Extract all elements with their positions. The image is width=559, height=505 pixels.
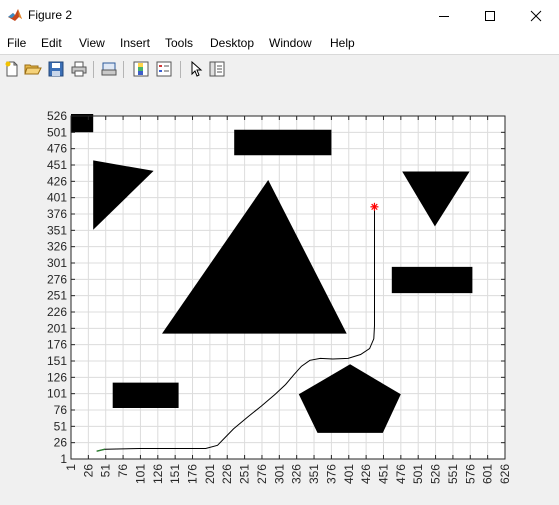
x-tick-label: 301 bbox=[272, 464, 286, 484]
close-button[interactable] bbox=[513, 0, 559, 31]
toolbar-separator bbox=[180, 61, 181, 78]
menu-window[interactable]: Window bbox=[269, 36, 312, 50]
title-bar: Figure 2 bbox=[0, 0, 559, 31]
obstacle-rectangle bbox=[112, 382, 179, 408]
y-tick-label: 76 bbox=[54, 403, 68, 417]
menu-help[interactable]: Help bbox=[330, 36, 355, 50]
x-tick-label: 526 bbox=[429, 464, 443, 484]
y-tick-label: 26 bbox=[54, 436, 68, 450]
window-title: Figure 2 bbox=[28, 8, 73, 22]
minimize-icon bbox=[439, 15, 449, 17]
x-tick-label: 176 bbox=[186, 464, 200, 484]
x-tick-label: 626 bbox=[498, 464, 512, 484]
x-tick-label: 501 bbox=[411, 464, 425, 484]
x-tick-label: 476 bbox=[394, 464, 408, 484]
menu-edit[interactable]: Edit bbox=[41, 36, 62, 50]
y-tick-label: 151 bbox=[47, 354, 67, 368]
colorbar-icon[interactable] bbox=[132, 60, 150, 78]
save-icon[interactable] bbox=[47, 60, 65, 78]
y-tick-label: 501 bbox=[47, 125, 67, 139]
obstacle-rectangle bbox=[234, 129, 332, 156]
pointer-icon[interactable] bbox=[187, 60, 205, 78]
maximize-icon bbox=[485, 10, 495, 21]
x-tick-label: 126 bbox=[151, 464, 165, 484]
plot-area[interactable]: 1265176101126151176201226251276301326351… bbox=[0, 84, 559, 505]
x-tick-label: 26 bbox=[81, 464, 95, 478]
x-tick-label: 101 bbox=[133, 464, 147, 484]
menu-bar: File Edit View Insert Tools Desktop Wind… bbox=[0, 31, 559, 76]
y-tick-label: 101 bbox=[47, 387, 67, 401]
close-icon bbox=[530, 10, 542, 21]
matlab-logo-icon bbox=[8, 9, 22, 21]
y-tick-label: 376 bbox=[47, 207, 67, 221]
x-tick-label: 351 bbox=[307, 464, 321, 484]
menu-desktop[interactable]: Desktop bbox=[210, 36, 254, 50]
x-tick-label: 1 bbox=[64, 464, 78, 471]
menu-insert[interactable]: Insert bbox=[120, 36, 150, 50]
obstacle-rectangle bbox=[391, 266, 473, 294]
menu-tools[interactable]: Tools bbox=[165, 36, 193, 50]
toolbar bbox=[0, 54, 559, 85]
menu-file[interactable]: File bbox=[7, 36, 26, 50]
menu-view[interactable]: View bbox=[79, 36, 105, 50]
y-tick-label: 351 bbox=[47, 223, 67, 237]
x-tick-label: 151 bbox=[168, 464, 182, 484]
y-tick-label: 476 bbox=[47, 142, 67, 156]
print-preview-icon[interactable] bbox=[100, 60, 118, 78]
x-tick-label: 201 bbox=[203, 464, 217, 484]
y-tick-label: 51 bbox=[54, 419, 68, 433]
x-tick-label: 226 bbox=[220, 464, 234, 484]
x-tick-label: 326 bbox=[290, 464, 304, 484]
y-tick-label: 1 bbox=[60, 452, 67, 466]
y-tick-label: 526 bbox=[47, 109, 67, 123]
x-tick-label: 576 bbox=[463, 464, 477, 484]
y-tick-label: 276 bbox=[47, 272, 67, 286]
obstacle-rectangle bbox=[71, 114, 94, 133]
y-tick-label: 401 bbox=[47, 191, 67, 205]
x-tick-label: 426 bbox=[359, 464, 373, 484]
print-icon[interactable] bbox=[70, 60, 88, 78]
y-tick-label: 426 bbox=[47, 174, 67, 188]
x-tick-label: 51 bbox=[99, 464, 113, 478]
x-tick-label: 251 bbox=[238, 464, 252, 484]
minimize-button[interactable] bbox=[421, 0, 467, 31]
x-tick-label: 451 bbox=[376, 464, 390, 484]
figure-canvas: 1 26 51 76 101 126 151 176 201 226 251 276 301 326 351… bbox=[0, 84, 559, 505]
y-tick-label: 176 bbox=[47, 338, 67, 352]
x-tick-label: 276 bbox=[255, 464, 269, 484]
maximize-button[interactable] bbox=[467, 0, 513, 31]
y-tick-label: 126 bbox=[47, 370, 67, 384]
toolbar-separator bbox=[123, 61, 124, 78]
y-tick-label: 251 bbox=[47, 289, 67, 303]
toolbar-separator bbox=[93, 61, 94, 78]
property-editor-icon[interactable] bbox=[208, 60, 226, 78]
y-tick-label: 301 bbox=[47, 256, 67, 270]
x-tick-label: 76 bbox=[116, 464, 130, 478]
x-tick-label: 601 bbox=[481, 464, 495, 484]
y-tick-label: 451 bbox=[47, 158, 67, 172]
open-icon[interactable] bbox=[24, 60, 42, 78]
new-figure-icon[interactable] bbox=[3, 60, 21, 78]
x-tick-label: 401 bbox=[342, 464, 356, 484]
x-tick-label: 551 bbox=[446, 464, 460, 484]
y-tick-label: 201 bbox=[47, 321, 67, 335]
y-tick-label: 226 bbox=[47, 305, 67, 319]
y-tick-label: 326 bbox=[47, 240, 67, 254]
x-tick-label: 376 bbox=[324, 464, 338, 484]
legend-icon[interactable] bbox=[155, 60, 173, 78]
